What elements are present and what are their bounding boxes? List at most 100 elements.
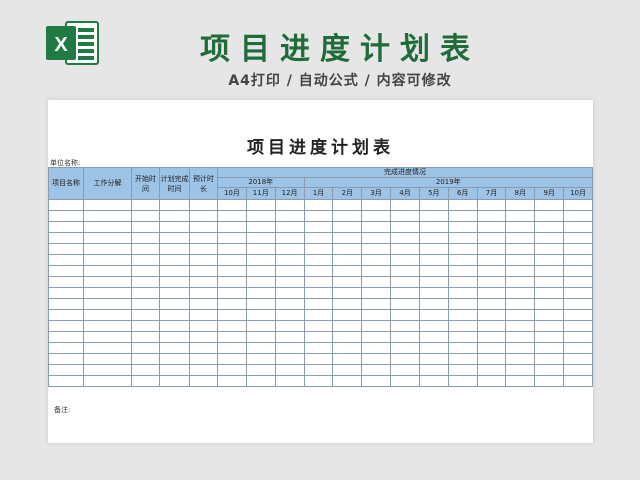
table-cell[interactable] — [534, 199, 565, 211]
table-cell[interactable] — [48, 320, 84, 332]
year-header-2018[interactable]: 2018年 — [217, 177, 305, 188]
table-cell[interactable] — [83, 364, 132, 376]
table-cell[interactable] — [390, 331, 420, 343]
table-cell[interactable] — [332, 353, 363, 365]
table-cell[interactable] — [189, 342, 218, 354]
table-cell[interactable] — [447, 298, 478, 310]
month-header[interactable]: 6月 — [447, 187, 478, 200]
table-cell[interactable] — [447, 221, 478, 233]
month-header[interactable]: 11月 — [245, 187, 276, 200]
table-cell[interactable] — [189, 309, 218, 321]
table-cell[interactable] — [274, 276, 305, 288]
table-cell[interactable] — [447, 210, 478, 222]
table-cell[interactable] — [534, 342, 565, 354]
table-cell[interactable] — [83, 298, 132, 310]
table-cell[interactable] — [303, 298, 334, 310]
table-cell[interactable] — [48, 309, 84, 321]
table-cell[interactable] — [505, 199, 536, 211]
table-cell[interactable] — [159, 298, 190, 310]
table-cell[interactable] — [332, 375, 363, 387]
table-cell[interactable] — [476, 254, 507, 266]
table-cell[interactable] — [476, 243, 507, 255]
col-progress-group[interactable]: 完成进度情况 — [217, 167, 593, 178]
table-cell[interactable] — [534, 210, 565, 222]
month-header[interactable]: 3月 — [361, 187, 392, 200]
table-cell[interactable] — [332, 364, 363, 376]
table-cell[interactable] — [390, 287, 420, 299]
table-cell[interactable] — [303, 199, 334, 211]
table-cell[interactable] — [390, 298, 420, 310]
table-cell[interactable] — [418, 265, 449, 277]
month-header[interactable]: 10月 — [217, 187, 247, 200]
table-cell[interactable] — [159, 309, 190, 321]
table-cell[interactable] — [303, 375, 334, 387]
table-cell[interactable] — [189, 199, 218, 211]
table-cell[interactable] — [332, 232, 363, 244]
table-cell[interactable] — [303, 331, 334, 343]
table-cell[interactable] — [476, 232, 507, 244]
table-cell[interactable] — [245, 298, 276, 310]
table-cell[interactable] — [131, 364, 160, 376]
table-cell[interactable] — [447, 276, 478, 288]
table-cell[interactable] — [332, 210, 363, 222]
table-cell[interactable] — [303, 320, 334, 332]
table-cell[interactable] — [274, 221, 305, 233]
table-cell[interactable] — [48, 199, 84, 211]
table-cell[interactable] — [563, 342, 593, 354]
table-cell[interactable] — [274, 309, 305, 321]
table-cell[interactable] — [245, 331, 276, 343]
table-cell[interactable] — [189, 287, 218, 299]
table-cell[interactable] — [217, 320, 247, 332]
table-cell[interactable] — [189, 298, 218, 310]
table-cell[interactable] — [274, 254, 305, 266]
table-cell[interactable] — [217, 210, 247, 222]
table-cell[interactable] — [131, 221, 160, 233]
table-cell[interactable] — [563, 276, 593, 288]
table-cell[interactable] — [418, 320, 449, 332]
table-cell[interactable] — [361, 364, 392, 376]
table-cell[interactable] — [48, 243, 84, 255]
month-header[interactable]: 5月 — [418, 187, 449, 200]
table-cell[interactable] — [217, 232, 247, 244]
table-cell[interactable] — [418, 342, 449, 354]
table-cell[interactable] — [303, 287, 334, 299]
month-header[interactable]: 4月 — [390, 187, 420, 200]
table-cell[interactable] — [131, 210, 160, 222]
table-cell[interactable] — [476, 199, 507, 211]
table-cell[interactable] — [83, 199, 132, 211]
table-cell[interactable] — [563, 309, 593, 321]
table-cell[interactable] — [159, 375, 190, 387]
table-cell[interactable] — [361, 221, 392, 233]
table-cell[interactable] — [303, 364, 334, 376]
table-cell[interactable] — [217, 265, 247, 277]
table-cell[interactable] — [217, 254, 247, 266]
table-cell[interactable] — [534, 265, 565, 277]
col-planned-finish[interactable]: 计划完成时间 — [159, 167, 190, 200]
table-cell[interactable] — [245, 243, 276, 255]
table-cell[interactable] — [332, 320, 363, 332]
table-cell[interactable] — [159, 353, 190, 365]
table-cell[interactable] — [159, 331, 190, 343]
table-cell[interactable] — [505, 320, 536, 332]
table-cell[interactable] — [447, 331, 478, 343]
table-cell[interactable] — [245, 309, 276, 321]
table-cell[interactable] — [447, 254, 478, 266]
col-duration[interactable]: 预计时长 — [189, 167, 218, 200]
table-cell[interactable] — [361, 287, 392, 299]
table-cell[interactable] — [505, 265, 536, 277]
table-cell[interactable] — [48, 254, 84, 266]
month-header[interactable]: 8月 — [505, 187, 536, 200]
table-cell[interactable] — [274, 199, 305, 211]
table-cell[interactable] — [476, 221, 507, 233]
table-cell[interactable] — [274, 320, 305, 332]
table-cell[interactable] — [361, 298, 392, 310]
table-cell[interactable] — [563, 298, 593, 310]
table-cell[interactable] — [83, 331, 132, 343]
table-cell[interactable] — [447, 287, 478, 299]
table-cell[interactable] — [390, 221, 420, 233]
table-cell[interactable] — [361, 331, 392, 343]
table-cell[interactable] — [390, 210, 420, 222]
table-cell[interactable] — [303, 254, 334, 266]
table-cell[interactable] — [534, 375, 565, 387]
table-cell[interactable] — [303, 342, 334, 354]
